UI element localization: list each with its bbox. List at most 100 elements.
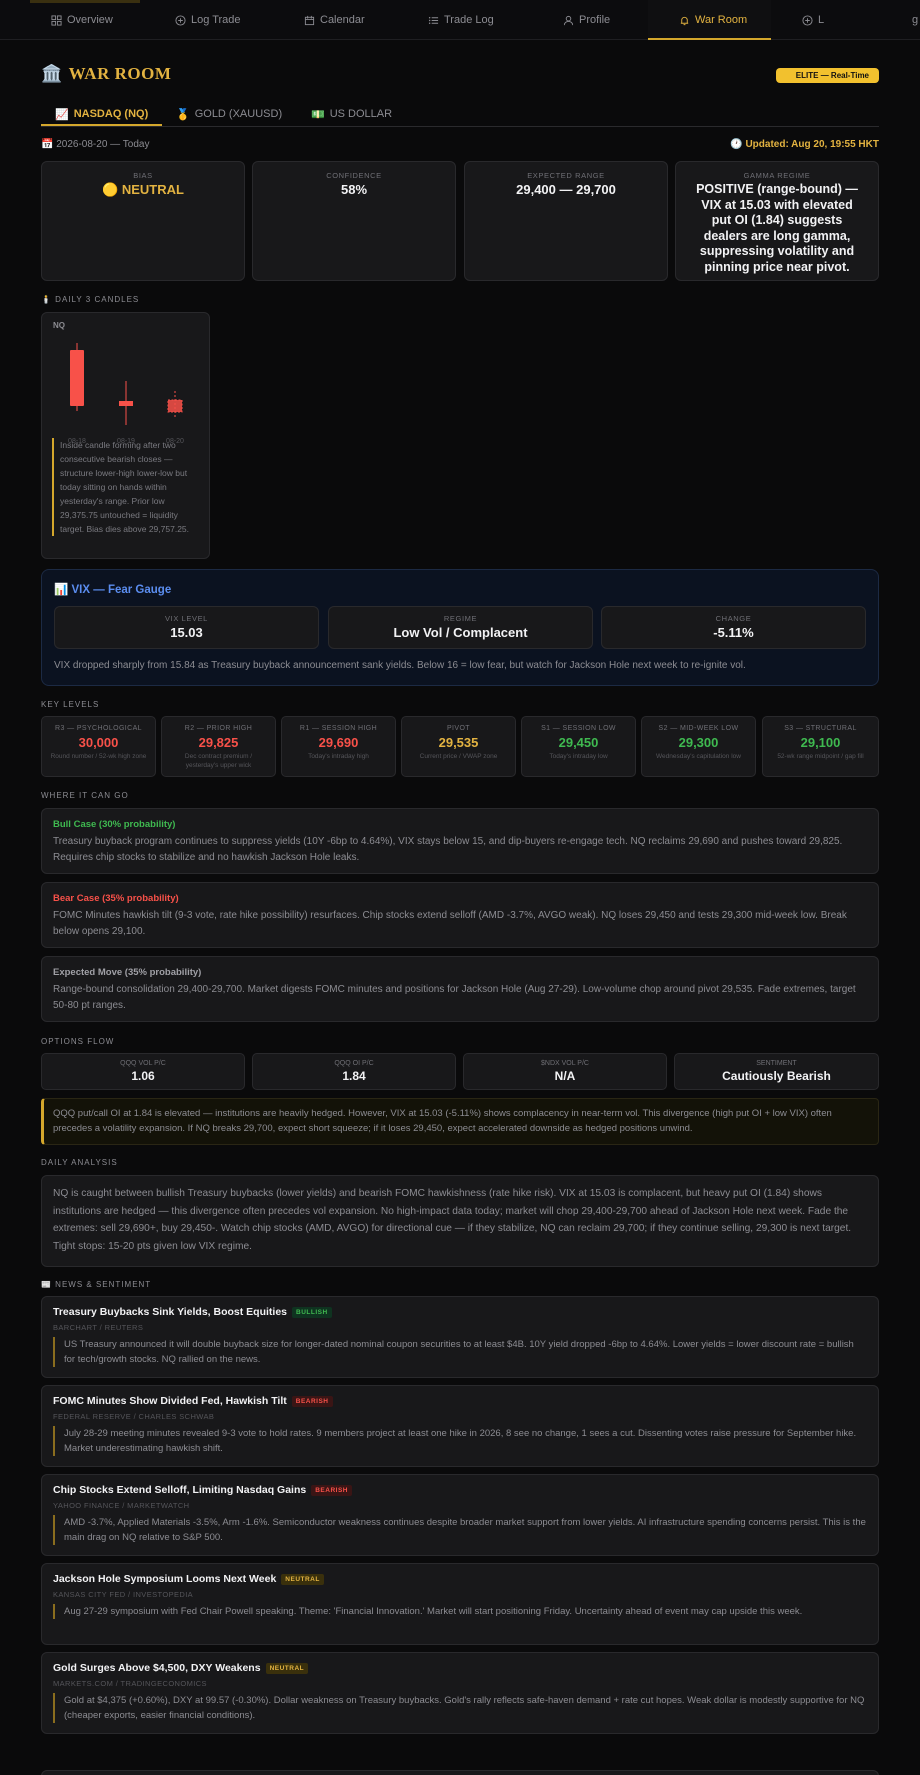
- news-headline: Jackson Hole Symposium Looms Next Week: [53, 1573, 277, 1585]
- gamma-regime-label: GAMMA REGIME: [743, 171, 811, 180]
- key-level-title: R1 — SESSION HIGH: [299, 725, 378, 732]
- news-source: FEDERAL RESERVE / CHARLES SCHWAB: [53, 1412, 215, 1421]
- sentiment-badge: BULLISH: [292, 1306, 332, 1318]
- bias-label: BIAS: [133, 171, 153, 180]
- key-level-r1: R1 — SESSION HIGH 29,690 Today's intrada…: [281, 716, 396, 777]
- options-qqq-vol-pc: QQQ VOL P/C 1.06: [41, 1053, 245, 1090]
- dateline: 📅 2026-08-20 — Today 🕐 Updated: Aug 20, …: [41, 139, 879, 153]
- nav-item-g[interactable]: g: [912, 12, 918, 28]
- nav-label: Profile: [579, 14, 611, 26]
- chart-up-icon: 📈: [55, 108, 69, 121]
- vix-level-card: VIX LEVEL 15.03: [54, 606, 319, 649]
- key-level-value: 29,450: [558, 735, 599, 750]
- news-body: Gold at $4,375 (+0.60%), DXY at 99.57 (-…: [53, 1693, 867, 1723]
- nav-item-war-room[interactable]: War Room: [679, 12, 747, 28]
- scenario-head: Expected Move (35% probability): [53, 967, 202, 978]
- news-headline: Treasury Buybacks Sink Yields, Boost Equ…: [53, 1306, 288, 1318]
- key-level-value: 29,300: [678, 735, 719, 750]
- daily-analysis-body: NQ is caught between bullish Treasury bu…: [53, 1188, 852, 1252]
- tab-label: US DOLLAR: [329, 108, 393, 120]
- options-value: N/A: [554, 1069, 576, 1083]
- confidence-label: CONFIDENCE: [326, 171, 382, 180]
- options-label: QQQ OI P/C: [334, 1060, 374, 1067]
- key-level-title: R3 — PSYCHOLOGICAL: [55, 725, 142, 732]
- nav-label: g: [912, 14, 919, 26]
- news-item[interactable]: Treasury Buybacks Sink Yields, Boost Equ…: [41, 1296, 879, 1378]
- bell-icon: [680, 16, 689, 25]
- vix-note: VIX dropped sharply from 15.84 as Treasu…: [54, 660, 746, 671]
- key-level-value: 29,100: [800, 735, 841, 750]
- key-levels-section-label: KEY LEVELS: [41, 700, 100, 709]
- sentiment-badge: NEUTRAL: [281, 1573, 324, 1585]
- candles-card: NQ 08-18 08-19 08-20 Inside candle formi…: [41, 312, 210, 559]
- options-qqq-oi-pc: QQQ OI P/C 1.84: [252, 1053, 456, 1090]
- tab-nasdaq[interactable]: 📈 NASDAQ (NQ): [41, 102, 148, 126]
- tab-active-underline: [41, 124, 162, 126]
- bias-card: BIAS 🟡 NEUTRAL: [41, 161, 245, 281]
- news-body: AMD -3.7%, Applied Materials -3.5%, Arm …: [53, 1515, 867, 1545]
- news-item[interactable]: Jackson Hole Symposium Looms Next Week NE…: [41, 1563, 879, 1645]
- candles-section-label: 🕯️ DAILY 3 CANDLES: [41, 295, 140, 304]
- nav-label: Overview: [67, 14, 113, 26]
- key-level-s1: S1 — SESSION LOW 29,450 Today's intraday…: [521, 716, 636, 777]
- news-source: MARKETS.COM / TRADINGECONOMICS: [53, 1679, 207, 1688]
- bias-value: 🟡 NEUTRAL: [102, 182, 184, 197]
- vix-regime-value: Low Vol / Complacent: [393, 625, 528, 640]
- news-item[interactable]: Chip Stocks Extend Selloff, Limiting Nas…: [41, 1474, 879, 1556]
- key-level-title: R2 — PRIOR HIGH: [184, 725, 253, 732]
- nav-item-trade-log[interactable]: Trade Log: [428, 12, 494, 28]
- key-level-s3: S3 — STRUCTURAL 29,100 52-wk range midpo…: [762, 716, 879, 777]
- gamma-regime-value: POSITIVE (range-bound) — VIX at 15.03 wi…: [696, 182, 858, 274]
- key-level-sub: Current price / VWAP zone: [419, 753, 498, 760]
- sentiment-badge: NEUTRAL: [265, 1662, 309, 1674]
- key-level-sub: Wednesday's capitulation low: [656, 753, 741, 760]
- scenario-bull: Bull Case (30% probability) Treasury buy…: [41, 808, 879, 874]
- options-value: 1.06: [131, 1069, 155, 1083]
- nav-item-overview[interactable]: Overview: [51, 12, 113, 28]
- key-level-title: S3 — STRUCTURAL: [784, 725, 857, 732]
- news-body: US Treasury announced it will double buy…: [53, 1337, 867, 1367]
- news-body: Aug 27-29 symposium with Fed Chair Powel…: [53, 1604, 867, 1619]
- scenario-bear: Bear Case (35% probability) FOMC Minutes…: [41, 882, 879, 948]
- tab-gold[interactable]: 🥇 GOLD (XAUUSD): [176, 102, 282, 126]
- key-level-title: S2 — MID-WEEK LOW: [658, 725, 739, 732]
- key-level-s2: S2 — MID-WEEK LOW 29,300 Wednesday's cap…: [641, 716, 756, 777]
- elite-badge-label: ELITE — Real-Time: [795, 71, 869, 80]
- list-icon: [428, 16, 439, 24]
- vix-level-label: VIX LEVEL: [165, 614, 208, 623]
- news-item[interactable]: FOMC Minutes Show Divided Fed, Hawkish T…: [41, 1385, 879, 1467]
- page-title-text: WAR ROOM: [68, 64, 172, 83]
- vix-change-value: -5.11%: [713, 625, 754, 640]
- nav-item-profile[interactable]: Profile: [563, 12, 610, 28]
- key-level-value: 29,825: [198, 735, 239, 750]
- page-title: 🏛️ WAR ROOM: [41, 64, 171, 84]
- vix-panel: 📊 VIX — Fear Gauge VIX LEVEL 15.03 REGIM…: [41, 569, 879, 686]
- scenario-body: FOMC Minutes hawkish tilt (9-3 vote, rat…: [53, 910, 847, 937]
- scenario-head: Bear Case (35% probability): [53, 893, 179, 904]
- scenario-body: Range-bound consolidation 29,400-29,700.…: [53, 984, 856, 1011]
- key-level-sub: Today's intraday high: [308, 753, 369, 760]
- key-level-title: PIVOT: [446, 725, 470, 732]
- key-level-sub: Today's intraday low: [549, 753, 608, 760]
- scenario-expected: Expected Move (35% probability) Range-bo…: [41, 956, 879, 1022]
- key-level-r2: R2 — PRIOR HIGH 29,825 Dec contract prem…: [161, 716, 276, 777]
- news-body: July 28-29 meeting minutes revealed 9-3 …: [53, 1426, 867, 1456]
- vix-change-label: CHANGE: [715, 614, 752, 623]
- options-label: $NDX VOL P/C: [541, 1060, 589, 1067]
- tab-us-dollar[interactable]: 💵 US DOLLAR: [311, 102, 392, 126]
- news-item[interactable]: Gold Surges Above $4,500, DXY Weakens NEU…: [41, 1652, 879, 1734]
- nav-item-calendar[interactable]: Calendar: [304, 12, 365, 28]
- key-level-title: S1 — SESSION LOW: [541, 725, 616, 732]
- page-header: 🏛️ WAR ROOM ELITE — Real-Time: [41, 64, 879, 88]
- nav-item-log-trade[interactable]: Log Trade: [175, 12, 241, 28]
- bank-icon: 🏛️: [41, 64, 63, 83]
- key-level-sub: Round number / 52-wk high zone: [50, 753, 147, 760]
- nav-item-l[interactable]: L: [802, 12, 824, 28]
- updated-timestamp: 🕐 Updated: Aug 20, 19:55 HKT: [730, 139, 879, 150]
- candle-0820-body: [167, 399, 183, 413]
- options-value: Cautiously Bearish: [722, 1069, 831, 1083]
- plus-circle-icon: [175, 14, 186, 26]
- confidence-card: CONFIDENCE 58%: [252, 161, 456, 281]
- scenario-head: Bull Case (30% probability): [53, 819, 176, 830]
- grid-icon: [51, 14, 62, 26]
